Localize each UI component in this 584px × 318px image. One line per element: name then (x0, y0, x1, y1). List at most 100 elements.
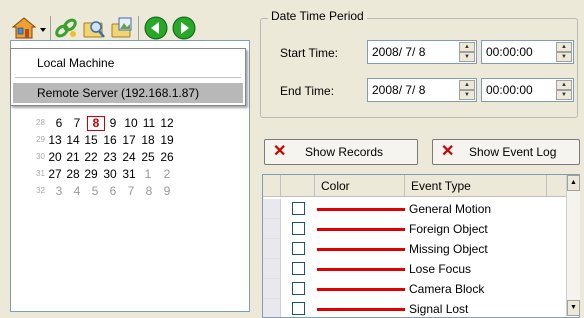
end-time-spinner[interactable]: ▲ ▼ (556, 80, 572, 100)
header-color[interactable]: Color (315, 175, 405, 197)
calendar-day[interactable]: 15 (83, 132, 99, 148)
menu-item-remote-server[interactable]: Remote Server (192.168.1.87) (13, 83, 243, 103)
calendar-day[interactable]: 27 (47, 166, 63, 182)
show-event-log-button[interactable]: ✕ Show Event Log (432, 139, 580, 165)
calendar-day[interactable]: 31 (121, 166, 137, 182)
start-time-field[interactable]: 00:00:00 ▲ ▼ (481, 40, 574, 64)
row-checkbox[interactable] (292, 302, 305, 315)
end-time-field[interactable]: 00:00:00 ▲ ▼ (481, 78, 574, 102)
row-checkbox[interactable] (292, 202, 305, 215)
event-type-cell: General Motion (409, 202, 492, 216)
calendar-day-today[interactable]: 8 (87, 116, 105, 131)
calendar-day[interactable]: 25 (140, 149, 156, 165)
color-swatch (317, 208, 405, 211)
spin-up-icon[interactable]: ▲ (459, 42, 475, 52)
table-row[interactable]: General Motion (263, 199, 563, 219)
table-row[interactable]: Missing Object (263, 239, 563, 259)
calendar-week: 28 6 7 8 9 10 11 12 (11, 115, 251, 131)
calendar-day[interactable]: 11 (141, 115, 157, 131)
row-checkbox[interactable] (292, 222, 305, 235)
calendar-day-next-month[interactable]: 4 (69, 183, 85, 199)
spin-up-icon[interactable]: ▲ (556, 42, 572, 52)
calendar-day-next-month[interactable]: 6 (105, 183, 121, 199)
table-row[interactable]: Camera Block (263, 279, 563, 299)
event-type-cell: Signal Lost (409, 302, 469, 316)
search-folder-icon[interactable] (82, 16, 106, 40)
calendar-day[interactable]: 16 (102, 132, 118, 148)
row-checkbox[interactable] (292, 242, 305, 255)
row-header (263, 239, 281, 259)
week-number: 28 (36, 118, 45, 127)
row-checkbox[interactable] (292, 262, 305, 275)
table-row[interactable]: Lose Focus (263, 259, 563, 279)
image-folder-icon[interactable] (110, 16, 134, 40)
table-scrollbar[interactable]: ▲ ▼ (566, 175, 580, 316)
spin-down-icon[interactable]: ▼ (556, 90, 572, 100)
spin-down-icon[interactable]: ▼ (459, 52, 475, 62)
scroll-up-icon[interactable]: ▲ (567, 175, 580, 191)
calendar-day-next-month[interactable]: 7 (123, 183, 139, 199)
calendar-day[interactable]: 18 (140, 132, 156, 148)
calendar-day[interactable]: 26 (159, 149, 175, 165)
calendar-day[interactable]: 28 (65, 166, 81, 182)
row-header (263, 279, 281, 299)
button-label: Show Records (305, 145, 384, 159)
calendar-day[interactable]: 21 (65, 149, 81, 165)
calendar-day-next-month[interactable]: 8 (141, 183, 157, 199)
spin-up-icon[interactable]: ▲ (459, 80, 475, 90)
date-time-period-group (260, 18, 578, 118)
calendar-day[interactable]: 30 (102, 166, 118, 182)
chevron-down-icon[interactable] (38, 16, 48, 40)
start-date-field[interactable]: 2008/ 7/ 8 ▲ ▼ (367, 40, 477, 64)
table-row[interactable]: Foreign Object (263, 219, 563, 239)
spin-up-icon[interactable]: ▲ (556, 80, 572, 90)
calendar-day[interactable]: 6 (51, 115, 67, 131)
table-row[interactable]: Signal Lost (263, 299, 563, 317)
link-icon[interactable] (54, 16, 78, 40)
end-time-value: 00:00:00 (486, 83, 533, 97)
calendar-day[interactable]: 7 (69, 115, 85, 131)
menu-item-label: Local Machine (37, 56, 115, 70)
menu-item-local-machine[interactable]: Local Machine (13, 53, 243, 73)
calendar-week: 31 27 28 29 30 31 1 2 (11, 166, 251, 182)
back-arrow-icon[interactable] (144, 16, 168, 40)
button-label: Show Event Log (469, 145, 557, 159)
spin-down-icon[interactable]: ▼ (459, 90, 475, 100)
calendar-day-next-month[interactable]: 5 (87, 183, 103, 199)
row-header (263, 219, 281, 239)
start-date-spinner[interactable]: ▲ ▼ (459, 42, 475, 62)
calendar-day[interactable]: 23 (102, 149, 118, 165)
end-date-field[interactable]: 2008/ 7/ 8 ▲ ▼ (367, 78, 477, 102)
calendar-day[interactable]: 10 (123, 115, 139, 131)
end-date-value: 2008/ 7/ 8 (372, 83, 426, 97)
toolbar (10, 12, 255, 42)
calendar-day-next-month[interactable]: 1 (140, 166, 156, 182)
row-checkbox[interactable] (292, 282, 305, 295)
calendar-day-next-month[interactable]: 2 (159, 166, 175, 182)
end-time-label: End Time: (280, 84, 335, 98)
calendar-week: 30 20 21 22 23 24 25 26 (11, 149, 251, 165)
spin-down-icon[interactable]: ▼ (556, 52, 572, 62)
calendar-day[interactable]: 20 (47, 149, 63, 165)
calendar-day[interactable]: 9 (105, 115, 121, 131)
calendar-day[interactable]: 24 (121, 149, 137, 165)
show-records-button[interactable]: ✕ Show Records (264, 139, 418, 165)
forward-arrow-icon[interactable] (172, 16, 196, 40)
calendar-day-next-month[interactable]: 9 (159, 183, 175, 199)
calendar-day[interactable]: 19 (159, 132, 175, 148)
calendar-day[interactable]: 22 (83, 149, 99, 165)
home-icon[interactable] (11, 16, 37, 40)
header-event-type[interactable]: Event Type (405, 175, 547, 197)
end-date-spinner[interactable]: ▲ ▼ (459, 80, 475, 100)
calendar-day[interactable]: 17 (121, 132, 137, 148)
calendar-week: 32 3 4 5 6 7 8 9 (11, 183, 251, 199)
calendar-day[interactable]: 14 (65, 132, 81, 148)
calendar-day[interactable]: 13 (47, 132, 63, 148)
start-time-spinner[interactable]: ▲ ▼ (556, 42, 572, 62)
scroll-down-icon[interactable]: ▼ (567, 300, 580, 316)
week-number: 32 (36, 186, 45, 195)
calendar-day[interactable]: 12 (159, 115, 175, 131)
calendar-day-next-month[interactable]: 3 (51, 183, 67, 199)
color-swatch (317, 288, 405, 291)
calendar-day[interactable]: 29 (83, 166, 99, 182)
